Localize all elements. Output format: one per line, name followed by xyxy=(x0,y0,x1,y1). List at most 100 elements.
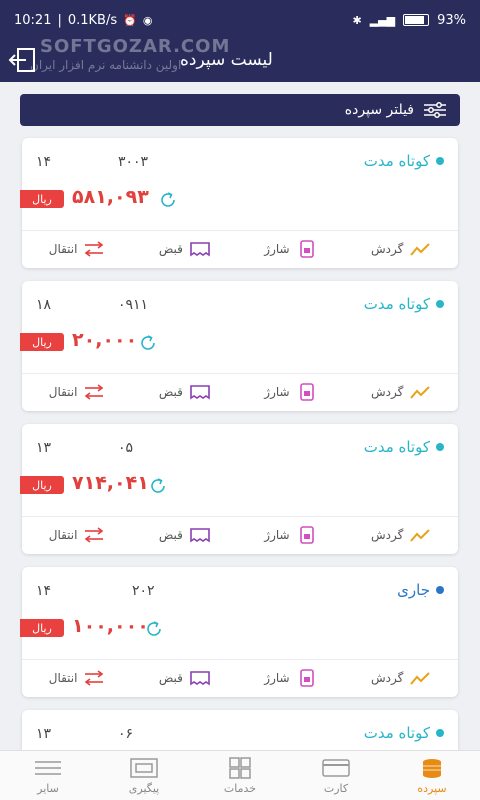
deposit-number-part: ۱۸ xyxy=(36,297,52,313)
deposit-balance: ۲۰,۰۰۰ xyxy=(72,329,138,351)
sim-card-icon xyxy=(299,240,314,258)
nav-label: خدمات xyxy=(223,781,257,795)
filter-icon xyxy=(424,102,446,118)
page-title: لیست سپرده xyxy=(180,50,273,70)
transfer-button[interactable]: انتقال xyxy=(49,669,106,687)
nav-deposit[interactable]: سپرده xyxy=(384,751,480,800)
bill-button[interactable]: قبض xyxy=(159,240,211,258)
status-battery: 93% xyxy=(437,12,466,28)
nav-other[interactable]: سایر xyxy=(0,751,96,800)
refresh-icon[interactable] xyxy=(138,333,158,353)
transfer-icon xyxy=(85,384,104,400)
deposit-card[interactable]: ۱۳ ۰۵ کوتاه مدت ریال ۷۱۴,۰۴۱ گردش شارژ ق… xyxy=(20,424,458,554)
exit-icon[interactable] xyxy=(8,46,38,74)
nav-label: پیگیری xyxy=(128,781,160,795)
transfer-icon xyxy=(85,670,104,686)
turnover-button[interactable]: گردش xyxy=(371,526,431,544)
transfer-icon xyxy=(85,527,104,543)
currency-badge: ریال xyxy=(20,333,64,351)
nav-card[interactable]: کارت xyxy=(288,751,384,800)
refresh-icon[interactable] xyxy=(144,619,164,639)
filter-button[interactable]: فیلتر سپرده xyxy=(20,94,460,126)
charge-button[interactable]: شارژ xyxy=(264,383,317,401)
bottom-nav: سایر پیگیری خدمات کارت سپرده xyxy=(0,750,480,800)
card-actions: گردش شارژ قبض انتقال xyxy=(22,377,458,407)
deposit-number-part: ۲۰۲ xyxy=(132,583,155,599)
deposit-balance: ۱۰۰,۰۰۰ xyxy=(72,615,149,637)
refresh-icon[interactable] xyxy=(158,190,178,210)
deposit-number-part: ۰۶ xyxy=(118,726,134,742)
trend-icon xyxy=(410,243,431,256)
card-actions: گردش شارژ قبض انتقال xyxy=(22,234,458,264)
deposit-balance: ۵۸۱,۰۹۳ xyxy=(72,186,149,208)
receipt-icon xyxy=(190,528,210,543)
transfer-button[interactable]: انتقال xyxy=(49,383,106,401)
nav-label: سپرده xyxy=(417,781,447,795)
trend-icon xyxy=(410,529,431,542)
turnover-button[interactable]: گردش xyxy=(371,669,431,687)
deposit-card[interactable]: ۱۸ ۰۹۱۱ کوتاه مدت ریال ۲۰,۰۰۰ گردش شارژ … xyxy=(20,281,458,411)
receipt-icon xyxy=(190,671,210,686)
nav-label: کارت xyxy=(323,781,349,795)
deposit-type: کوتاه مدت xyxy=(364,724,444,742)
transfer-button[interactable]: انتقال xyxy=(49,526,106,544)
deposit-card[interactable]: ۱۳ ۰۶ کوتاه مدت xyxy=(22,710,458,750)
type-dot-icon xyxy=(436,586,444,594)
transfer-button[interactable]: انتقال xyxy=(49,240,106,258)
bill-button[interactable]: قبض xyxy=(159,526,211,544)
type-dot-icon xyxy=(436,300,444,308)
refresh-icon[interactable] xyxy=(148,476,168,496)
card-actions: گردش شارژ قبض انتقال xyxy=(22,663,458,693)
charge-button[interactable]: شارژ xyxy=(264,669,317,687)
app-bar: SOFTGOZAR.COM اولین دانشنامه نرم افزار ا… xyxy=(0,36,480,82)
deposit-type: کوتاه مدت xyxy=(364,152,444,170)
currency-badge: ریال xyxy=(20,619,64,637)
card-actions: گردش شارژ قبض انتقال xyxy=(22,520,458,550)
turnover-button[interactable]: گردش xyxy=(371,383,431,401)
deposit-type: جاری xyxy=(397,581,444,599)
deposit-balance: ۷۱۴,۰۴۱ xyxy=(72,472,149,494)
menu-icon xyxy=(35,760,61,775)
alarm-icon: ⏰ xyxy=(123,13,137,27)
deposit-number-part: ۱۴ xyxy=(36,583,52,599)
charge-button[interactable]: شارژ xyxy=(264,526,317,544)
deposit-list: فیلتر سپرده ۱۴ ۳۰۰۳ کوتاه مدت ریال ۵۸۱,۰… xyxy=(0,82,480,750)
type-dot-icon xyxy=(436,157,444,165)
status-network-speed: 0.1KB/s xyxy=(67,12,118,28)
nav-services[interactable]: خدمات xyxy=(192,751,288,800)
currency-badge: ریال xyxy=(20,190,64,208)
credit-card-icon xyxy=(322,758,350,777)
coins-icon xyxy=(423,758,441,778)
sim-card-icon xyxy=(299,669,314,687)
signal-icon: ▂▄▆ xyxy=(369,13,396,27)
bill-button[interactable]: قبض xyxy=(159,669,211,687)
deposit-card[interactable]: ۱۴ ۳۰۰۳ کوتاه مدت ریال ۵۸۱,۰۹۳ گردش شارژ… xyxy=(20,138,458,268)
deposit-type: کوتاه مدت xyxy=(364,295,444,313)
nav-tracking[interactable]: پیگیری xyxy=(96,751,192,800)
turnover-button[interactable]: گردش xyxy=(371,240,431,258)
deposit-number-part: ۰۹۱۱ xyxy=(118,297,149,313)
bill-button[interactable]: قبض xyxy=(159,383,211,401)
trend-icon xyxy=(410,672,431,685)
deposit-number-part: ۳۰۰۳ xyxy=(118,154,149,170)
notification-icon: ◉ xyxy=(142,13,153,27)
trend-icon xyxy=(410,386,431,399)
watermark-subtitle: اولین دانشنامه نرم افزار ایران xyxy=(30,58,182,72)
bluetooth-icon: ✱ xyxy=(352,13,362,27)
transfer-icon xyxy=(85,241,104,257)
currency-badge: ریال xyxy=(20,476,64,494)
nav-label: سایر xyxy=(37,781,59,795)
deposit-number-part: ۱۳ xyxy=(36,440,52,456)
sim-card-icon xyxy=(299,383,314,401)
status-bar: 10:21 | 0.1KB/s ⏰ ◉ ✱ ▂▄▆ 93% xyxy=(0,0,480,40)
sim-card-icon xyxy=(299,526,314,544)
deposit-number-part: ۰۵ xyxy=(118,440,134,456)
deposit-type: کوتاه مدت xyxy=(364,438,444,456)
charge-button[interactable]: شارژ xyxy=(264,240,317,258)
deposit-number-part: ۱۳ xyxy=(36,726,52,742)
deposit-card[interactable]: ۱۴ ۲۰۲ جاری ریال ۱۰۰,۰۰۰ گردش شارژ قبض ا… xyxy=(20,567,458,697)
battery-icon xyxy=(403,14,430,26)
receipt-icon xyxy=(190,242,210,257)
status-time: 10:21 xyxy=(14,12,52,28)
deposit-number-part: ۱۴ xyxy=(36,154,52,170)
